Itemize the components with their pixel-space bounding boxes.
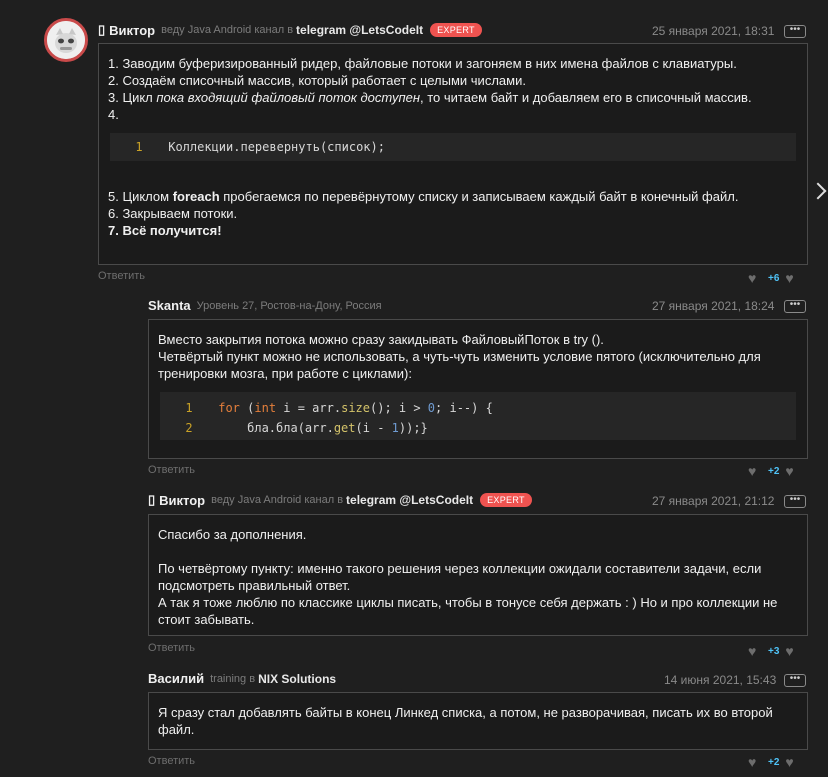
code-line: 2 бла.бла(arr.get(i - 1));} [175, 418, 796, 438]
code-function: get [333, 421, 356, 435]
expert-badge: EXPERT [430, 23, 482, 37]
author-marker: ▯ [148, 492, 156, 507]
vote-score: +3 [768, 645, 780, 657]
heart-icon[interactable]: ♥ [748, 271, 762, 285]
comment-line: 4. [108, 107, 119, 122]
code-block: 1 Коллекции.перевернуть(список); [110, 133, 796, 161]
code-token: (i - [355, 421, 392, 435]
code-block: 1 for (int i = arr.size(); i > 0; i--) {… [160, 392, 796, 440]
bold-segment: foreach [172, 189, 220, 204]
comment-line: Вместо закрытия потока можно сразу закид… [158, 332, 604, 347]
vote-score: +2 [768, 465, 780, 477]
code-function: size [341, 401, 370, 415]
comment-line: А так я тоже люблю по классике циклы пис… [158, 595, 778, 627]
text-segment: , то читаем байт и добавляем его в списо… [420, 90, 752, 105]
author-meta: training в [210, 672, 256, 685]
code-token: ; i--) { [435, 401, 493, 415]
reply-button[interactable]: Ответить [148, 464, 195, 476]
author-name[interactable]: Виктор [159, 493, 205, 508]
code-line: 1 for (int i = arr.size(); i > 0; i--) { [175, 398, 796, 418]
line-number: 2 [185, 421, 193, 435]
comment-header: ▯ Виктор веду Java Android канал в teleg… [98, 22, 482, 38]
heart-icon[interactable]: ♥ [748, 464, 762, 478]
comment-body: Вместо закрытия потока можно сразу закид… [148, 319, 808, 459]
code-number: 0 [427, 401, 436, 415]
author-link[interactable]: NIX Solutions [258, 672, 336, 686]
author-meta: Уровень 27, Ростов-на-Дону, Россия [196, 299, 382, 312]
text-segment: 3. Цикл [108, 90, 157, 105]
comment-line: По четвёртому пункту: именно такого реше… [158, 561, 762, 593]
author-link[interactable]: telegram @LetsCodeIt [346, 493, 473, 507]
reply-button[interactable]: Ответить [148, 755, 195, 767]
expert-badge: EXPERT [480, 493, 532, 507]
comment-header: Skanta Уровень 27, Ростов-на-Дону, Росси… [148, 298, 382, 313]
vote-score: +6 [768, 272, 780, 284]
broken-heart-icon[interactable]: ♥ [785, 644, 799, 658]
comment-header: Василий training в NIX Solutions [148, 671, 336, 686]
comment-line: Четвёртый пункт можно не использовать, а… [158, 349, 761, 381]
vote-bar: ♥ +3 ♥ [748, 644, 799, 658]
comment-line: Я сразу стал добавлять байты в конец Лин… [158, 705, 773, 737]
code-text: for (int i = arr.size(); i > 0; i--) { [218, 401, 493, 415]
author-link[interactable]: telegram @LetsCodeIt [296, 23, 423, 37]
avatar[interactable] [44, 18, 88, 62]
line-number: 1 [185, 401, 193, 415]
code-token: (); i > [370, 401, 428, 415]
code-keyword: for [218, 401, 240, 415]
comment-date: 27 января 2021, 21:12 [652, 494, 775, 508]
author-meta: веду Java Android канал в [211, 494, 344, 506]
code-line: Коллекции.перевернуть(список); [168, 140, 385, 154]
author-name[interactable]: Виктор [109, 23, 155, 38]
vote-bar: ♥ +2 ♥ [748, 464, 799, 478]
comment-line: 1. Заводим буферизированный ридер, файло… [108, 56, 737, 71]
vote-score: +2 [768, 756, 780, 768]
comment-body: Я сразу стал добавлять байты в конец Лин… [148, 692, 808, 750]
code-token: ));} [398, 421, 428, 435]
code-keyword: int [254, 401, 277, 415]
more-dots-icon[interactable]: ••• [784, 300, 806, 313]
vote-bar: ♥ +2 ♥ [748, 755, 799, 769]
vote-bar: ♥ +6 ♥ [748, 271, 799, 285]
heart-icon[interactable]: ♥ [748, 644, 762, 658]
text-segment: 5. Циклом [108, 189, 173, 204]
comment-line: 3. Цикл пока входящий файловый поток дос… [108, 89, 798, 106]
heart-icon[interactable]: ♥ [748, 755, 762, 769]
more-dots-icon[interactable]: ••• [784, 25, 806, 38]
line-number: 1 [135, 140, 143, 154]
code-token: ( [239, 401, 255, 415]
comment-date: 25 января 2021, 18:31 [652, 24, 775, 38]
italic-segment: пока входящий файловый поток доступен [156, 90, 420, 105]
broken-heart-icon[interactable]: ♥ [785, 755, 799, 769]
comment-line: Спасибо за дополнения. [158, 527, 307, 542]
comment-line: 2. Создаём списочный массив, который раб… [108, 73, 526, 88]
reply-button[interactable]: Ответить [148, 642, 195, 654]
author-meta: веду Java Android канал в [161, 24, 294, 36]
broken-heart-icon[interactable]: ♥ [785, 464, 799, 478]
code-token: бла.бла(arr. [218, 421, 334, 435]
author-name[interactable]: Василий [148, 671, 204, 686]
comment-line: 7. Всё получится! [108, 223, 222, 238]
author-marker: ▯ [98, 22, 106, 37]
comment-date: 14 июня 2021, 15:43 [664, 673, 777, 687]
author-name[interactable]: Skanta [148, 298, 191, 313]
comment-header: ▯ Виктор веду Java Android канал в teleg… [148, 492, 532, 508]
comment-line: 6. Закрываем потоки. [108, 206, 238, 221]
comment-body: Спасибо за дополнения. По четвёртому пун… [148, 514, 808, 636]
text-segment: пробегаемся по перевёрнутому списку и за… [219, 189, 739, 204]
code-text: бла.бла(arr.get(i - 1));} [218, 421, 428, 435]
code-number: 1 [391, 421, 399, 435]
chevron-right-icon[interactable] [809, 182, 827, 200]
comment-date: 27 января 2021, 18:24 [652, 299, 775, 313]
reply-button[interactable]: Ответить [98, 270, 145, 282]
more-dots-icon[interactable]: ••• [784, 495, 806, 508]
broken-heart-icon[interactable]: ♥ [785, 271, 799, 285]
comment-line: 5. Циклом foreach пробегаемся по перевёр… [108, 188, 798, 205]
code-token: i = arr. [276, 401, 342, 415]
more-dots-icon[interactable]: ••• [784, 674, 806, 687]
avatar-image [47, 21, 85, 59]
comment-body: 1. Заводим буферизированный ридер, файло… [98, 43, 808, 265]
